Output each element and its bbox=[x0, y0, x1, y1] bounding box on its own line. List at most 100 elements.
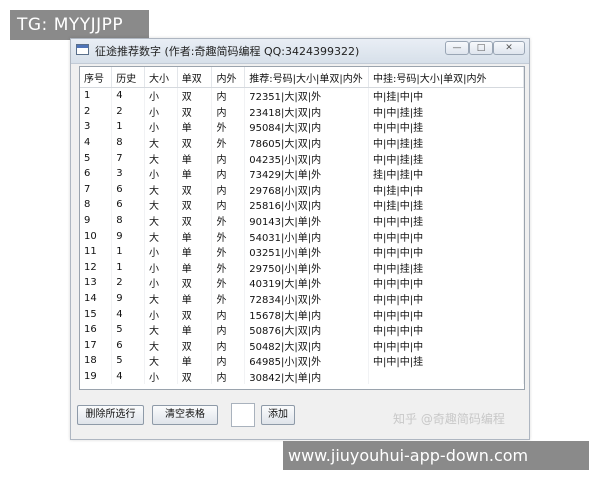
column-header-hit-miss[interactable]: 中挂:号码|大小|单双|内外 bbox=[368, 67, 524, 88]
cell-size: 大 bbox=[144, 181, 178, 198]
table-row[interactable]: 10 9 大单外 54031|小|单|内 中|中|中|中 bbox=[80, 228, 524, 244]
cell-parity: 单 bbox=[177, 150, 213, 166]
cell-size: 小 bbox=[144, 275, 178, 291]
cell-parity: 双 bbox=[177, 197, 213, 213]
table-row[interactable]: 13 2 小双外 40319|大|单|外 中|中|中|中 bbox=[80, 275, 524, 291]
table-row[interactable]: 1 4 小双内 72351|大|双|外 中|挂|中|中 bbox=[80, 87, 524, 104]
app-window: 征途推荐数字 (作者:奇趣简码编程 QQ:3424399322) — □ ✕ 序… bbox=[70, 38, 530, 440]
table-row[interactable]: 16 5 大单内 50876|大|双|内 中|中|中|中 bbox=[80, 321, 524, 338]
cell-recommend: 40319|大|单|外 bbox=[244, 275, 370, 291]
table-row[interactable]: 14 9 大单外 72834|小|双|外 中|中|中|中 bbox=[80, 290, 524, 307]
table-row[interactable]: 2 2 小双内 23418|大|双|内 中|中|挂|挂 bbox=[80, 103, 524, 120]
cell-history: 4 bbox=[111, 368, 146, 385]
cell-parity: 双 bbox=[177, 306, 213, 322]
cell-index: 2 bbox=[80, 103, 113, 120]
cell-inner-outer: 外 bbox=[211, 243, 246, 260]
cell-index: 16 bbox=[80, 321, 113, 338]
cell-size: 小 bbox=[144, 103, 178, 120]
cell-index: 18 bbox=[80, 353, 113, 369]
add-button[interactable]: 添加 bbox=[261, 405, 295, 425]
title-bar[interactable]: 征途推荐数字 (作者:奇趣简码编程 QQ:3424399322) — □ ✕ bbox=[71, 39, 529, 64]
column-header-parity[interactable]: 单双 bbox=[177, 67, 213, 88]
close-button[interactable]: ✕ bbox=[493, 41, 525, 55]
cell-parity: 单 bbox=[177, 321, 213, 338]
cell-inner-outer: 外 bbox=[211, 228, 246, 244]
recommendation-table: 序号 历史 大小 单双 内外 推荐:号码|大小|单双|内外 中挂:号码|大小|单双|内外 1… bbox=[80, 67, 524, 385]
cell-index: 6 bbox=[80, 165, 113, 182]
cell-size: 小 bbox=[144, 259, 178, 276]
table-row[interactable]: 4 8 大双外 78605|大|双|内 中|中|挂|挂 bbox=[80, 134, 524, 151]
cell-hit-miss: 中|中|挂|挂 bbox=[368, 150, 524, 166]
url-banner: www.jiuyouhui-app-down.com bbox=[283, 441, 589, 470]
table-row[interactable]: 5 7 大单内 04235|小|双|内 中|中|挂|挂 bbox=[80, 150, 524, 166]
table-row[interactable]: 6 3 小单内 73429|大|单|外 挂|中|挂|中 bbox=[80, 165, 524, 182]
cell-recommend: 72834|小|双|外 bbox=[244, 290, 370, 307]
column-header-recommend[interactable]: 推荐:号码|大小|单双|内外 bbox=[244, 67, 370, 88]
cell-inner-outer: 外 bbox=[211, 119, 246, 135]
table-row[interactable]: 12 1 小单外 29750|小|单|外 中|中|挂|挂 bbox=[80, 259, 524, 276]
cell-parity: 单 bbox=[177, 228, 213, 244]
table-row[interactable]: 3 1 小单外 95084|大|双|内 中|中|中|挂 bbox=[80, 119, 524, 135]
cell-index: 1 bbox=[80, 87, 113, 104]
cell-size: 小 bbox=[144, 368, 178, 385]
table-row[interactable]: 9 8 大双外 90143|大|单|外 中|中|中|挂 bbox=[80, 212, 524, 229]
cell-size: 小 bbox=[144, 87, 178, 104]
table-row[interactable]: 7 6 大双内 29768|小|双|内 中|挂|中|中 bbox=[80, 181, 524, 198]
table-row[interactable]: 8 6 大双内 25816|小|双|内 中|挂|中|挂 bbox=[80, 197, 524, 213]
cell-recommend: 04235|小|双|内 bbox=[244, 150, 370, 166]
cell-history: 6 bbox=[111, 181, 146, 198]
cell-size: 大 bbox=[144, 290, 178, 307]
cell-recommend: 25816|小|双|内 bbox=[244, 197, 370, 213]
column-header-history[interactable]: 历史 bbox=[111, 67, 146, 88]
cell-size: 大 bbox=[144, 134, 178, 151]
cell-hit-miss: 中|中|中|挂 bbox=[368, 212, 524, 229]
app-window-icon bbox=[76, 44, 89, 55]
cell-hit-miss: 中|中|挂|挂 bbox=[368, 134, 524, 151]
recommendation-list[interactable]: 序号 历史 大小 单双 内外 推荐:号码|大小|单双|内外 中挂:号码|大小|单双|内外 1… bbox=[79, 66, 525, 390]
cell-parity: 双 bbox=[177, 87, 213, 104]
cell-parity: 单 bbox=[177, 165, 213, 182]
cell-parity: 双 bbox=[177, 275, 213, 291]
table-row[interactable]: 18 5 大单内 64985|小|双|外 中|中|中|挂 bbox=[80, 353, 524, 369]
column-header-index[interactable]: 序号 bbox=[80, 67, 113, 88]
cell-recommend: 73429|大|单|外 bbox=[244, 165, 370, 182]
cell-recommend: 90143|大|单|外 bbox=[244, 212, 370, 229]
add-number-input[interactable] bbox=[231, 403, 255, 427]
column-header-size[interactable]: 大小 bbox=[144, 67, 178, 88]
clear-table-button[interactable]: 清空表格 bbox=[152, 405, 218, 425]
table-row[interactable]: 17 6 大双内 50482|大|双|内 中|中|中|中 bbox=[80, 337, 524, 354]
cell-hit-miss bbox=[368, 368, 524, 385]
cell-size: 大 bbox=[144, 212, 178, 229]
cell-recommend: 29750|小|单|外 bbox=[244, 259, 370, 276]
cell-index: 11 bbox=[80, 243, 113, 260]
cell-size: 小 bbox=[144, 165, 178, 182]
cell-hit-miss: 中|中|中|中 bbox=[368, 306, 524, 322]
cell-inner-outer: 内 bbox=[211, 181, 246, 198]
cell-inner-outer: 外 bbox=[211, 212, 246, 229]
cell-size: 小 bbox=[144, 243, 178, 260]
delete-selected-button[interactable]: 删除所选行 bbox=[77, 405, 144, 425]
cell-history: 9 bbox=[111, 228, 146, 244]
cell-index: 14 bbox=[80, 290, 113, 307]
cell-inner-outer: 内 bbox=[211, 197, 246, 213]
minimize-button[interactable]: — bbox=[445, 41, 469, 55]
cell-history: 8 bbox=[111, 212, 146, 229]
cell-size: 大 bbox=[144, 321, 178, 338]
maximize-button[interactable]: □ bbox=[469, 41, 493, 55]
cell-recommend: 50482|大|双|内 bbox=[244, 337, 370, 354]
cell-inner-outer: 内 bbox=[211, 150, 246, 166]
table-row[interactable]: 19 4 小双内 30842|大|单|内 bbox=[80, 368, 524, 385]
table-row[interactable]: 15 4 小双内 15678|大|单|内 中|中|中|中 bbox=[80, 306, 524, 322]
cell-hit-miss: 中|中|中|中 bbox=[368, 228, 524, 244]
cell-recommend: 50876|大|双|内 bbox=[244, 321, 370, 338]
cell-parity: 双 bbox=[177, 337, 213, 354]
column-header-inner-outer[interactable]: 内外 bbox=[211, 67, 246, 88]
cell-hit-miss: 中|中|挂|挂 bbox=[368, 259, 524, 276]
cell-index: 15 bbox=[80, 306, 113, 322]
cell-hit-miss: 中|中|中|中 bbox=[368, 290, 524, 307]
cell-inner-outer: 内 bbox=[211, 87, 246, 104]
cell-history: 1 bbox=[111, 243, 146, 260]
cell-parity: 单 bbox=[177, 259, 213, 276]
table-row[interactable]: 11 1 小单外 03251|小|单|外 中|中|中|中 bbox=[80, 243, 524, 260]
cell-recommend: 23418|大|双|内 bbox=[244, 103, 370, 120]
